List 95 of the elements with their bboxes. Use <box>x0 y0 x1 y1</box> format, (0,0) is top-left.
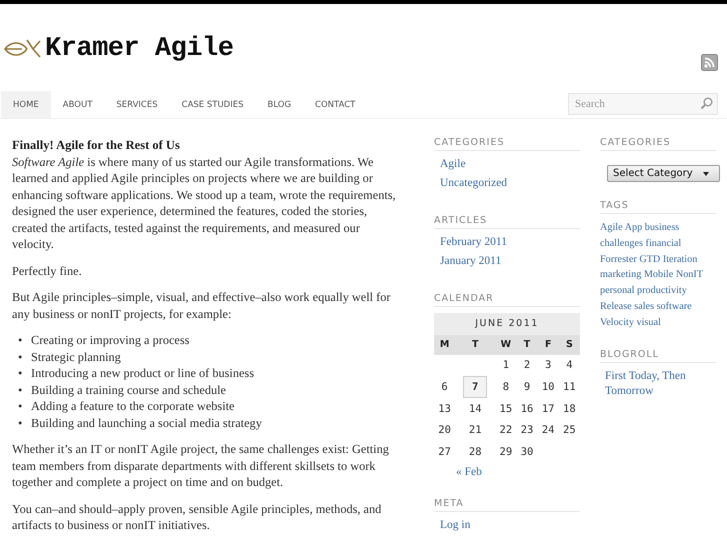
bullet: • <box>18 398 24 414</box>
tag-link[interactable]: Agile <box>600 222 623 233</box>
calendar-day[interactable]: 14 <box>468 402 482 415</box>
calendar-day[interactable]: 8 <box>502 381 510 393</box>
calendar-day[interactable]: 7 <box>463 376 488 398</box>
widget-heading: META <box>434 498 580 512</box>
article-title: Finally! Agile for the Rest of Us <box>12 137 181 154</box>
calendar-day[interactable]: 3 <box>545 359 552 372</box>
calendar-day[interactable]: 16 <box>520 402 534 415</box>
nav-tab[interactable]: ABOUT <box>50 91 104 118</box>
weekday-header: T <box>516 334 538 354</box>
bullet: • <box>18 348 24 365</box>
paragraph: But Agile principles–simple, visual, and effective–also work equally well for any business or nonIT projects, for example: <box>12 289 392 322</box>
widget-heading: BLOGROLL <box>600 348 716 363</box>
list-item: Building and launching a social media strategy <box>31 414 262 431</box>
tag-link[interactable]: business <box>644 222 680 233</box>
calendar-day[interactable]: 13 <box>438 402 451 415</box>
paragraph: Whether it’s an IT or nonIT Agile project, the same challenges exist: Getting team members from disparate departments with different skillsets to work together and complete a project on time and on budget. <box>12 441 390 490</box>
calendar-day[interactable]: 6 <box>441 381 448 393</box>
weekday-header: F <box>538 334 559 354</box>
paragraph: Perfectly fine. <box>12 262 83 279</box>
sidebar-link[interactable]: February 2011 <box>440 235 507 250</box>
calendar-day[interactable]: 23 <box>520 424 534 436</box>
widget-heading: TAGS <box>600 200 716 214</box>
widget-heading: CALENDAR <box>434 293 580 307</box>
calendar-day[interactable]: 9 <box>524 381 530 393</box>
tag-link[interactable]: personal productivity <box>600 285 687 296</box>
calendar-day[interactable]: 27 <box>438 446 451 458</box>
tag-link[interactable]: App <box>624 222 642 233</box>
weekday-header: W <box>495 334 516 354</box>
widget-heading: ARTICLES <box>434 215 580 229</box>
calendar-caption: JUNE 2011 <box>434 313 580 334</box>
previous-month-link[interactable]: « Feb <box>434 464 580 480</box>
caret-icon <box>702 172 709 176</box>
search-field[interactable]: Search <box>568 93 718 115</box>
calendar-day[interactable]: 22 <box>500 424 512 436</box>
paragraph: Software Agile is where many of us started our Agile transformations. We learned and applied Agile principles on projects where we are building or enhancing software applications. We stood up a team, wrote the requirements, designed the user experience, determined the features, coded the stories, created the artifacts, tested against the requirements, and measured our velocity. <box>12 154 397 252</box>
tag-link[interactable]: challenges <box>600 238 643 249</box>
calendar-day[interactable]: 2 <box>524 359 530 372</box>
weekday-header: S <box>558 334 580 354</box>
calendar-day[interactable]: 4 <box>566 359 573 372</box>
tag-link[interactable]: NonIT <box>676 269 703 280</box>
nav-tab[interactable]: CASE STUDIES <box>170 91 256 118</box>
site-title[interactable]: Kramer Agile <box>45 34 234 64</box>
calendar-day[interactable]: 15 <box>500 402 512 415</box>
tag-link[interactable]: Mobile <box>644 269 674 280</box>
weekday-header: M <box>434 334 456 354</box>
calendar-day[interactable]: 11 <box>563 381 576 393</box>
tag-link[interactable]: Velocity <box>600 316 634 328</box>
tag-link[interactable]: software <box>656 300 692 312</box>
widget-heading: CATEGORIES <box>434 137 580 151</box>
sidebar-link[interactable]: Log in <box>440 518 470 532</box>
tag-link[interactable]: marketing <box>600 269 642 280</box>
calendar-day[interactable]: 18 <box>563 402 576 415</box>
sidebar-link[interactable]: January 2011 <box>440 254 502 269</box>
widget-heading: CATEGORIES <box>600 137 716 151</box>
list-item: Strategic planning <box>31 348 121 365</box>
sidebar-link[interactable]: Uncategorized <box>440 176 508 191</box>
weekday-header: T <box>455 334 496 354</box>
blogroll-link[interactable]: First Today, Then Tomorrow <box>605 368 716 399</box>
list-item: Creating or improving a process <box>31 332 190 348</box>
bullet: • <box>18 365 24 382</box>
sidebar-link[interactable]: Agile <box>440 157 466 172</box>
calendar-day[interactable]: 24 <box>542 424 555 436</box>
paragraph: You can–and should–apply proven, sensible Agile principles, methods, and artifacts to business or nonIT initiatives. <box>12 500 382 534</box>
bullet: • <box>18 332 24 348</box>
bullet: • <box>18 382 24 398</box>
calendar-day[interactable]: 25 <box>563 424 576 436</box>
calendar-day[interactable]: 30 <box>520 446 534 458</box>
calendar-day[interactable]: 1 <box>502 359 510 372</box>
tag-link[interactable]: visual <box>636 316 661 328</box>
calendar-day[interactable]: 17 <box>542 402 555 415</box>
tag-link[interactable]: financial <box>646 238 682 249</box>
nav-tab[interactable]: SERVICES <box>104 91 170 118</box>
calendar-day[interactable]: 29 <box>500 446 512 458</box>
tag-link[interactable]: Forrester <box>600 254 637 265</box>
tag-link[interactable]: Iteration <box>662 254 698 265</box>
calendar-day[interactable]: 10 <box>542 381 555 393</box>
fish-logo-icon <box>3 38 41 60</box>
list-item: Introducing a new product or line of business <box>31 365 254 382</box>
calendar-day[interactable]: 21 <box>468 424 482 436</box>
nav-tab[interactable]: CONTACT <box>303 91 368 118</box>
nav-tab[interactable]: HOME <box>1 91 51 118</box>
tag-link[interactable]: sales <box>634 300 654 312</box>
calendar-day[interactable]: 20 <box>438 424 451 436</box>
bullet: • <box>18 414 24 431</box>
search-icon[interactable] <box>700 97 713 110</box>
category-select[interactable]: Select Category <box>607 165 720 182</box>
list-item: Adding a feature to the corporate website <box>31 398 234 414</box>
nav-tab[interactable]: BLOG <box>256 91 304 118</box>
tag-link[interactable]: GTD <box>639 254 660 265</box>
calendar-day[interactable]: 28 <box>468 446 482 458</box>
list-item: Building a training course and schedule <box>31 382 226 398</box>
tag-link[interactable]: Release <box>600 300 632 312</box>
rss-icon[interactable] <box>701 54 718 71</box>
